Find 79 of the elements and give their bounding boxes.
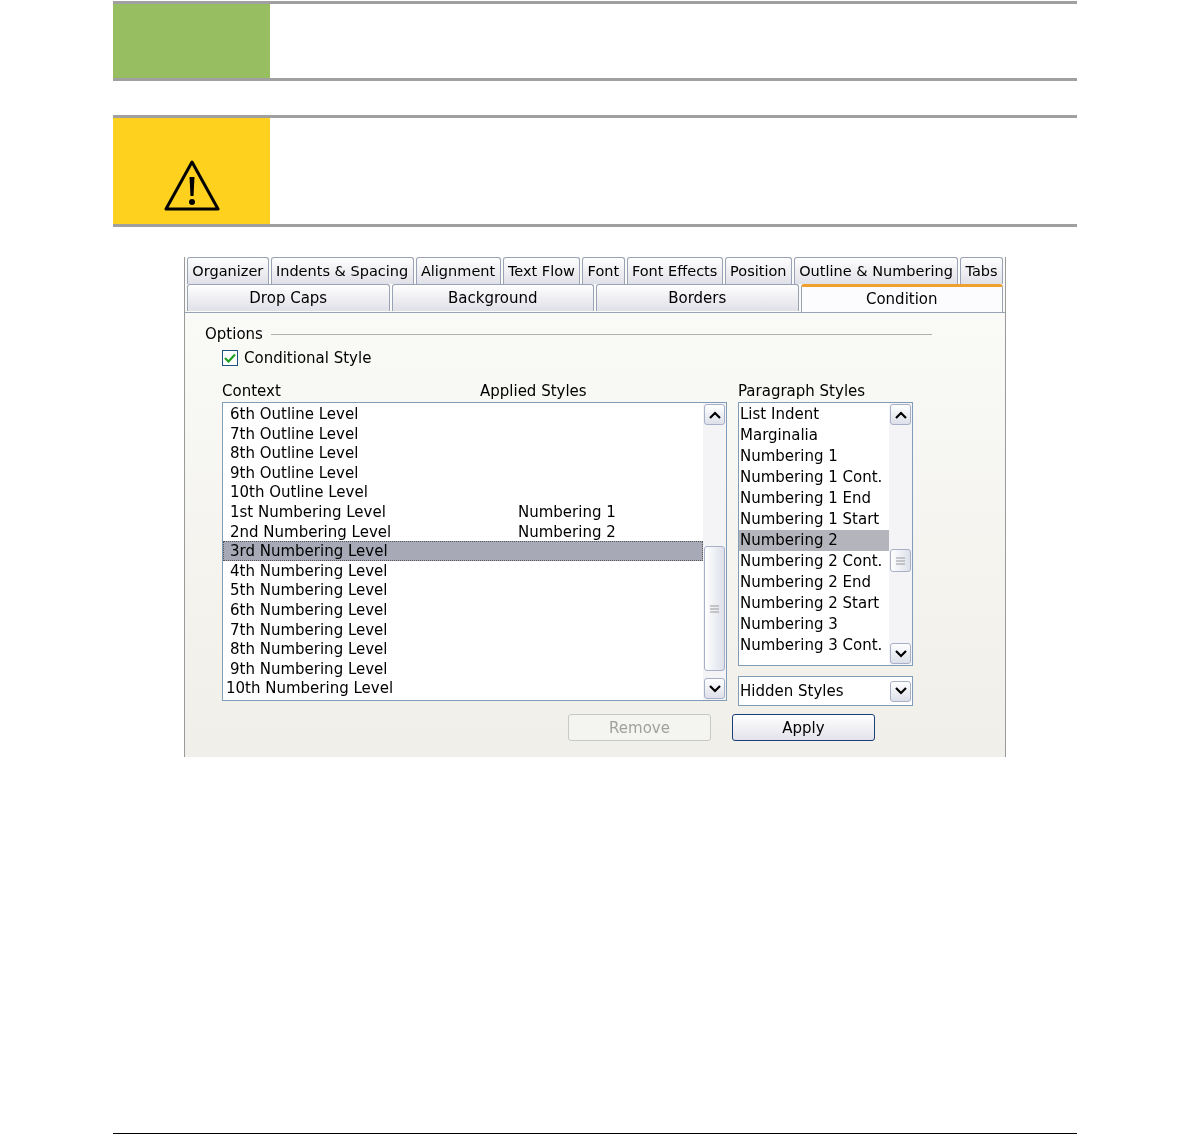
list-row[interactable]: 8th Outline Level — [223, 443, 703, 463]
tab[interactable]: Organizer — [187, 257, 269, 284]
dropdown-value: Hidden Styles — [740, 682, 844, 700]
list-row[interactable]: 7th Numbering Level — [223, 619, 703, 640]
context-name: 8th Numbering Level — [230, 640, 388, 659]
list-item[interactable]: List Indent — [739, 404, 889, 425]
tab[interactable]: Background — [391, 284, 594, 311]
list-item[interactable]: Numbering 1 Cont. — [739, 467, 889, 488]
dropdown-button[interactable] — [890, 680, 911, 702]
context-name: 1st Numbering Level — [230, 502, 386, 521]
context-name: 9th Outline Level — [230, 463, 359, 482]
scroll-up-button[interactable] — [704, 404, 725, 425]
context-name: 7th Outline Level — [230, 424, 359, 443]
context-name: 9th Numbering Level — [230, 659, 388, 678]
column-header: Paragraph Styles — [738, 382, 866, 400]
list-item[interactable]: Numbering 3 — [739, 614, 889, 635]
grip-icon — [896, 556, 905, 565]
list-item[interactable]: Numbering 2 End — [739, 572, 889, 593]
context-name: 6th Outline Level — [230, 405, 359, 423]
tab[interactable]: Outline & Numbering — [793, 257, 959, 284]
list-row[interactable]: 3rd Numbering Level — [223, 541, 703, 561]
context-name: 7th Numbering Level — [230, 620, 388, 639]
tab[interactable]: Condition — [800, 284, 1003, 312]
grip-icon — [710, 604, 719, 613]
list-item[interactable]: Numbering 3 Cont. — [739, 635, 889, 656]
context-name: 8th Outline Level — [230, 444, 359, 463]
context-name: 3rd Numbering Level — [230, 542, 388, 561]
list-item[interactable]: Numbering 2 Start — [739, 593, 889, 614]
scrollbar[interactable] — [889, 403, 912, 665]
scroll-down-button[interactable] — [890, 643, 911, 664]
column-header: Context — [222, 382, 282, 400]
list-row[interactable]: 5th Numbering Level — [223, 580, 703, 600]
tab[interactable]: Text Flow — [502, 257, 581, 284]
scroll-down-button[interactable] — [704, 678, 725, 699]
list-item[interactable]: Numbering 1 Start — [739, 509, 889, 530]
list-row[interactable]: 7th Outline Level — [223, 423, 703, 444]
tab[interactable]: Indents & Spacing — [270, 257, 414, 284]
list-item[interactable]: Numbering 1 End — [739, 488, 889, 509]
list-item[interactable]: Numbering 2 — [739, 530, 889, 551]
list-row[interactable]: 9th Outline Level — [223, 462, 703, 483]
scroll-thumb[interactable] — [704, 546, 725, 671]
list-row[interactable]: 10th Outline Level — [223, 482, 703, 502]
applied-style: Numbering 1 — [518, 502, 616, 521]
tab[interactable]: Tabs — [960, 257, 1003, 284]
tab[interactable]: Alignment — [415, 257, 501, 284]
list-row[interactable]: 1st Numbering Level Numbering 1 — [223, 501, 703, 522]
tab[interactable]: Borders — [596, 284, 799, 311]
context-name: 10th Numbering Level — [226, 679, 394, 698]
applied-style: Numbering 2 — [518, 522, 616, 541]
list-row[interactable]: 4th Numbering Level — [223, 560, 703, 581]
column-header: Applied Styles — [480, 382, 587, 400]
context-name: 4th Numbering Level — [230, 561, 388, 580]
checkbox-label[interactable]: Conditional Style — [244, 349, 372, 367]
warning-icon — [163, 160, 220, 212]
dialog-button[interactable]: Apply — [732, 714, 875, 741]
group-label: Options — [205, 325, 263, 343]
list-row[interactable]: 9th Numbering Level — [223, 658, 703, 679]
scroll-thumb[interactable] — [890, 549, 911, 572]
list-row[interactable]: 6th Numbering Level — [223, 599, 703, 620]
context-name: 2nd Numbering Level — [230, 522, 392, 541]
list-row[interactable]: 2nd Numbering Level Numbering 2 — [223, 521, 703, 542]
list-item[interactable]: Numbering 1 — [739, 446, 889, 467]
list-item[interactable]: Marginalia — [739, 425, 889, 446]
list-row[interactable]: 10th Numbering Level — [223, 678, 703, 698]
context-name: 5th Numbering Level — [230, 581, 388, 600]
checkbox[interactable] — [222, 350, 238, 366]
list-row[interactable]: 6th Outline Level — [223, 404, 703, 424]
tab[interactable]: Position — [724, 257, 792, 284]
check-icon — [224, 353, 236, 363]
context-name: 6th Numbering Level — [230, 600, 388, 619]
style-filter-dropdown[interactable]: Hidden Styles — [738, 676, 913, 706]
list-row[interactable]: 8th Numbering Level — [223, 639, 703, 659]
tab[interactable]: Drop Caps — [187, 284, 390, 311]
list-item[interactable]: Numbering 2 Cont. — [739, 551, 889, 572]
scroll-up-button[interactable] — [890, 404, 911, 425]
tab[interactable]: Font — [582, 257, 625, 284]
context-name: 10th Outline Level — [230, 483, 368, 502]
tab[interactable]: Font Effects — [626, 257, 723, 284]
scrollbar[interactable] — [703, 403, 726, 700]
